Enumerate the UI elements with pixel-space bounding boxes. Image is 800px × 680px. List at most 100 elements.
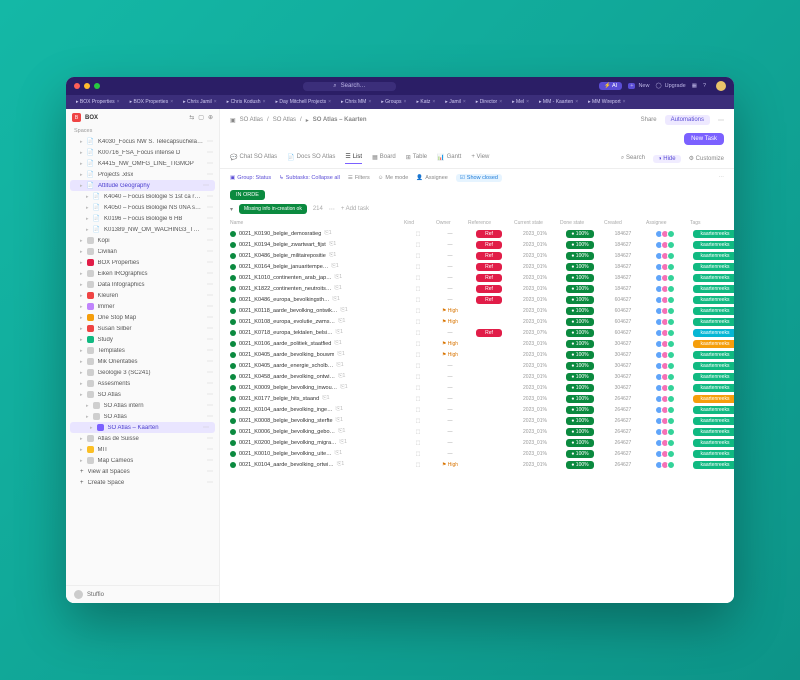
assignee-avatar[interactable]: [667, 307, 675, 315]
sidebar-item[interactable]: ▸Study⋯: [66, 334, 219, 345]
sidebar-item-more-icon[interactable]: ⋯: [207, 391, 213, 398]
table-row[interactable]: 0021_K0108_europa_evolutie_zwms… ⎘1 ⬚ ⚑ …: [230, 316, 724, 327]
task-name-cell[interactable]: 0021_K0118_aarde_bevolking_ontwik… ⎘1: [230, 307, 400, 314]
sidebar-item-more-icon[interactable]: ⋯: [207, 193, 213, 200]
sidebar-item[interactable]: ▸Mik Orientaties⋯: [66, 356, 219, 367]
table-row[interactable]: 0021_K0010_belgie_bevolking_uite… ⎘1 ⬚ —…: [230, 448, 724, 459]
assignee-avatar[interactable]: [667, 318, 675, 326]
sidebar-item[interactable]: ▸Map Cameos⋯: [66, 455, 219, 466]
sidebar-item[interactable]: ▸One Stop Map⋯: [66, 312, 219, 323]
maximize-window-button[interactable]: [94, 83, 100, 89]
sidebar-collapse-icon[interactable]: ⇆: [189, 114, 194, 121]
sidebar-item[interactable]: ▸SO Atlas – Kaarten⋯: [70, 422, 215, 433]
workspace-tab[interactable]: ▸ Chris Kodush×: [223, 97, 270, 107]
sidebar-item[interactable]: ▸📄K01389_NW_OM_WACHING3_TS_v1⋯: [66, 224, 219, 235]
user-avatar[interactable]: [716, 81, 726, 91]
workspace-tab[interactable]: ▸ Chris Jamil×: [179, 97, 221, 107]
assignee-avatar[interactable]: [667, 450, 675, 458]
view-tab[interactable]: ⊞Table: [406, 154, 427, 164]
table-row[interactable]: 0021_K0405_aarde_bevolking_bouwm ⎘1 ⬚ ⚑ …: [230, 349, 724, 360]
assignee-avatar[interactable]: [667, 417, 675, 425]
task-name-cell[interactable]: 0021_K0108_europa_evolutie_zwms… ⎘1: [230, 318, 400, 325]
tags-cell[interactable]: kaartenreeks: [690, 417, 734, 425]
sidebar-item-more-icon[interactable]: ⋯: [207, 435, 213, 442]
view-tab[interactable]: 📄Docs SO Atlas: [287, 154, 335, 164]
sidebar-item[interactable]: ▸MIT⋯: [66, 444, 219, 455]
task-name-cell[interactable]: 0021_K0106_aarde_politiek_staatfied ⎘1: [230, 340, 400, 347]
ai-pill[interactable]: ⚡ AI: [599, 82, 622, 90]
workspace-tab[interactable]: ▸ Mel×: [508, 97, 533, 107]
upgrade-link[interactable]: ◯ Upgrade: [655, 83, 685, 89]
task-name-cell[interactable]: 0021_K0405_aarde_energie_scholb… ⎘1: [230, 362, 400, 369]
assignee-avatar[interactable]: [667, 395, 675, 403]
more-icon[interactable]: ⋯: [718, 117, 724, 124]
sidebar-add-icon[interactable]: ⊕: [208, 114, 213, 121]
sidebar-item[interactable]: ▸Immer⋯: [66, 301, 219, 312]
sidebar-item-more-icon[interactable]: ⋯: [207, 468, 213, 475]
add-task-inline[interactable]: + Add task: [341, 206, 369, 212]
breadcrumb-2[interactable]: SO Atlas: [273, 117, 296, 123]
new-button[interactable]: +New: [628, 83, 649, 89]
assignee-avatar[interactable]: [667, 340, 675, 348]
sidebar-footer[interactable]: Stuffio: [66, 585, 219, 603]
assignee-avatar[interactable]: [667, 230, 675, 238]
group-filter[interactable]: ▣ Group: Status: [230, 175, 271, 181]
assignees-cell[interactable]: [646, 351, 686, 359]
assignee-avatar[interactable]: [667, 428, 675, 436]
show-closed-toggle[interactable]: ☑ Show closed: [456, 174, 502, 182]
workspace-tab[interactable]: ▸ MM - Kaarten×: [535, 97, 582, 107]
assignee-avatar[interactable]: [667, 362, 675, 370]
close-tab-icon[interactable]: ×: [404, 99, 407, 105]
task-name-cell[interactable]: 0021_K0190_belgie_demosratieg ⎘1: [230, 230, 400, 237]
sidebar-item-more-icon[interactable]: ⋯: [207, 413, 213, 420]
assignees-cell[interactable]: [646, 318, 686, 326]
assignee-avatar[interactable]: [667, 285, 675, 293]
table-row[interactable]: 0021_K1010_continenten_arab_jap… ⎘1 ⬚ — …: [230, 272, 724, 283]
assignee-avatar[interactable]: [667, 329, 675, 337]
group-status-badge[interactable]: Missing info in-creation ok: [239, 204, 307, 214]
breadcrumb-1[interactable]: SO Atlas: [240, 117, 263, 123]
sidebar-item[interactable]: ▸📄K0196 – Focus Biologie 6 HB⋯: [66, 213, 219, 224]
table-row[interactable]: 0021_K0200_belgie_bevolking_migra… ⎘1 ⬚ …: [230, 437, 724, 448]
sidebar-item-more-icon[interactable]: ⋯: [207, 369, 213, 376]
tags-cell[interactable]: kaartenreeks: [690, 252, 734, 260]
sidebar-link[interactable]: +Create Space⋯: [66, 477, 219, 488]
tags-cell[interactable]: kaartenreeks: [690, 241, 734, 249]
sidebar-item[interactable]: ▸BOX Properties⋯: [66, 257, 219, 268]
chevron-down-icon[interactable]: ▾: [230, 206, 233, 213]
assignees-cell[interactable]: [646, 406, 686, 414]
sidebar-layout-icon[interactable]: ▢: [198, 114, 204, 121]
assignees-cell[interactable]: [646, 428, 686, 436]
task-name-cell[interactable]: 0021_K0405_aarde_bevolking_bouwm ⎘1: [230, 351, 400, 358]
me-mode-toggle[interactable]: ☺ Me mode: [378, 175, 409, 181]
close-tab-icon[interactable]: ×: [170, 99, 173, 105]
workspace-tab[interactable]: ▸ Chris MM×: [337, 97, 375, 107]
sidebar-item-more-icon[interactable]: ⋯: [207, 281, 213, 288]
workspace-tab[interactable]: ▸ BOX Properties×: [72, 97, 124, 107]
workspace-tab[interactable]: ▸ Day Mitchell Projects×: [272, 97, 336, 107]
sidebar-item[interactable]: ▸📄K4030_Focus NW S. Telecapsuchela…⋯: [66, 136, 219, 147]
table-row[interactable]: 0021_K0008_belgie_bevolking_sterfte ⎘1 ⬚…: [230, 415, 724, 426]
sidebar-item[interactable]: ▸Templates⋯: [66, 345, 219, 356]
sidebar-item[interactable]: ▸📄K4050 – Focus Biologie NS 0NA s…⋯: [66, 202, 219, 213]
column-header[interactable]: Kind: [404, 220, 432, 226]
column-header[interactable]: Done state: [560, 220, 600, 226]
sidebar-item-more-icon[interactable]: ⋯: [207, 380, 213, 387]
assignees-cell[interactable]: [646, 439, 686, 447]
view-tab[interactable]: 💬Chat SO Atlas: [230, 154, 277, 164]
assignees-cell[interactable]: [646, 307, 686, 315]
assignees-cell[interactable]: [646, 252, 686, 260]
sidebar-item-more-icon[interactable]: ⋯: [207, 138, 213, 145]
sidebar-item-more-icon[interactable]: ⋯: [207, 336, 213, 343]
assignees-cell[interactable]: [646, 241, 686, 249]
close-tab-icon[interactable]: ×: [623, 99, 626, 105]
group-more-icon[interactable]: ⋯: [329, 206, 335, 213]
tags-cell[interactable]: kaartenreeks: [690, 406, 734, 414]
table-row[interactable]: 0021_K0164_belgie_januaritempe… ⎘1 ⬚ — R…: [230, 261, 724, 272]
assignees-cell[interactable]: [646, 230, 686, 238]
filter-more-icon[interactable]: ⋯: [719, 175, 725, 181]
task-name-cell[interactable]: 0021_K0104_aarde_bevolking_ortwi… ⎘1: [230, 461, 400, 468]
task-name-cell[interactable]: 0021_K0458_aarde_bevolking_ontwi… ⎘1: [230, 373, 400, 380]
sidebar-item-more-icon[interactable]: ⋯: [207, 325, 213, 332]
workspace-header[interactable]: B BOX ⇆ ▢ ⊕: [66, 109, 219, 126]
